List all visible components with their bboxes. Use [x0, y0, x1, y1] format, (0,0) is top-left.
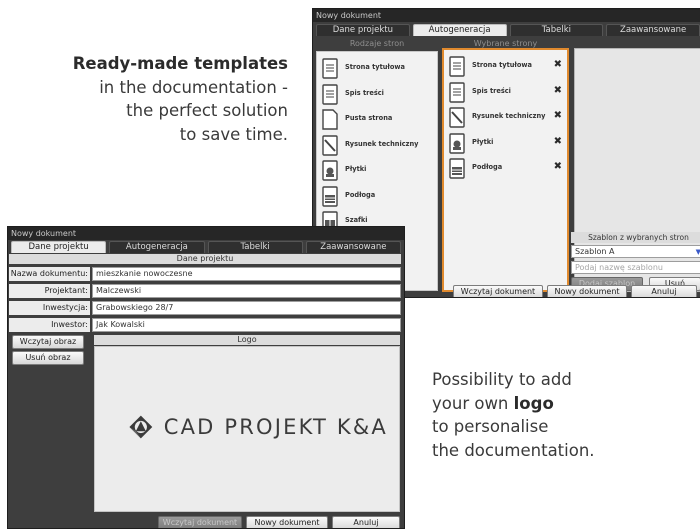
- investment-field[interactable]: Grabowskiego 28/7: [92, 301, 401, 315]
- floor-grid-icon: [322, 185, 338, 207]
- caption-logo-line: Possibility to add: [432, 370, 572, 389]
- doc-lines-icon: [322, 83, 338, 105]
- drawing-icon: [449, 107, 465, 128]
- remove-icon[interactable]: ✖: [554, 85, 562, 96]
- page-list-item-label: Strona tytułowa: [345, 63, 405, 71]
- tile-icon: [449, 132, 465, 154]
- drawing-icon: [322, 134, 338, 156]
- new-document-window-project-data: Nowy dokument Dane projektu Autogeneracj…: [7, 226, 405, 529]
- load-document-button[interactable]: Wczytaj dokument: [453, 285, 543, 297]
- load-document-button[interactable]: Wczytaj dokument: [158, 516, 242, 528]
- investor-field[interactable]: Jak Kowalski: [92, 318, 401, 332]
- page-list-item-label: Płytki: [345, 165, 367, 173]
- remove-icon[interactable]: ✖: [554, 59, 562, 70]
- document-name-label: Nazwa dokumentu:: [9, 267, 90, 281]
- page-list-item[interactable]: Strona tytułowa: [317, 56, 437, 81]
- company-logo: CAD PROJEKT K&A: [128, 407, 388, 447]
- designer-label: Projektant:: [9, 284, 90, 298]
- tab-bar: Dane projektu Autogeneracja Tabelki Zaaw…: [8, 241, 404, 253]
- remove-icon[interactable]: ✖: [554, 161, 562, 172]
- project-data-section-title: Dane projektu: [9, 254, 401, 264]
- available-pages-header: Rodzaje stron: [349, 39, 405, 48]
- new-document-button[interactable]: Nowy dokument: [547, 285, 627, 297]
- page-list-item[interactable]: Spis treści ✖: [444, 80, 567, 105]
- designer-field[interactable]: Malczewski: [92, 284, 401, 298]
- remove-icon[interactable]: ✖: [554, 136, 562, 147]
- tab-advanced[interactable]: Zaawansowane: [305, 241, 401, 253]
- caption-logo-line: your own logo: [432, 392, 692, 416]
- template-select-value: Szablon A: [575, 247, 615, 256]
- blank-page-icon: [322, 109, 338, 130]
- doc-lines-icon: [449, 81, 465, 103]
- cancel-button[interactable]: Anuluj: [631, 285, 697, 297]
- chevron-down-icon: ▼: [696, 246, 700, 257]
- template-section-title: Szablon z wybranych stron: [571, 232, 700, 243]
- tile-icon: [322, 160, 338, 181]
- page-list-item-label: Podłoga: [472, 163, 503, 171]
- tab-advanced[interactable]: Zaawansowane: [606, 24, 700, 36]
- caption-templates: Ready-made templates in the documentatio…: [20, 52, 288, 146]
- page-list-item[interactable]: Podłoga: [317, 184, 437, 209]
- page-list-item[interactable]: Płytki ✖: [444, 131, 567, 156]
- template-name-input[interactable]: Podaj nazwę szablonu: [571, 261, 700, 274]
- page-list-item[interactable]: Podłoga ✖: [444, 156, 567, 181]
- page-list-item[interactable]: Spis treści: [317, 82, 437, 107]
- page-list-item-label: Płytki: [472, 137, 494, 146]
- logo-text: CAD PROJEKT K&A: [163, 415, 388, 439]
- page-list-item-label: Spis treści: [472, 86, 511, 95]
- caption-logo-bold: logo: [513, 393, 554, 413]
- caption-templates-heading: Ready-made templates: [72, 54, 288, 73]
- tab-bar: Dane projektu Autogeneracja Tabelki Zaaw…: [313, 24, 700, 36]
- doc-lines-icon: [322, 58, 338, 79]
- remove-icon[interactable]: ✖: [554, 110, 562, 121]
- caption-templates-line: in the documentation -: [99, 77, 288, 97]
- tab-tables[interactable]: Tabelki: [207, 241, 303, 253]
- doc-lines-icon: [449, 56, 465, 77]
- page-list-item[interactable]: Strona tytułowa ✖: [444, 54, 567, 79]
- investor-label: Inwestor:: [9, 318, 90, 332]
- document-name-field[interactable]: mieszkanie nowoczesne: [92, 267, 401, 281]
- cancel-button[interactable]: Anuluj: [332, 516, 400, 528]
- caption-templates-line: to save time.: [179, 124, 288, 144]
- tab-autogeneration[interactable]: Autogeneracja: [412, 24, 507, 36]
- floor-grid-icon: [449, 158, 465, 179]
- window-titlebar: Nowy dokument: [313, 9, 700, 22]
- selected-pages-list: Strona tytułowa ✖ Spis treści ✖ Rysunek tech…: [442, 48, 569, 292]
- page-list-item-label: Strona tytułowa: [472, 61, 532, 69]
- page-list-item-label: Rysunek techniczny: [345, 139, 419, 148]
- caption-logo-text: your own: [432, 393, 514, 413]
- page-list-item[interactable]: Rysunek techniczny: [317, 133, 437, 158]
- load-image-button[interactable]: Wczytaj obraz: [12, 335, 84, 349]
- cad-projekt-emblem-icon: [129, 415, 153, 439]
- logo-section-title: Logo: [94, 335, 400, 345]
- page-list-item[interactable]: Płytki: [317, 158, 437, 183]
- tab-project-data[interactable]: Dane projektu: [11, 241, 107, 253]
- investment-label: Inwestycja:: [9, 301, 90, 315]
- template-select[interactable]: Szablon A ▼: [571, 245, 700, 258]
- page-list-item-label: Spis treści: [345, 88, 384, 97]
- new-document-button[interactable]: Nowy dokument: [246, 516, 328, 528]
- caption-templates-line: the perfect solution: [126, 101, 288, 120]
- page-list-item[interactable]: Pusta strona: [317, 107, 437, 132]
- logo-preview: CAD PROJEKT K&A: [94, 346, 400, 512]
- page-list-item-label: Szafki: [345, 216, 368, 224]
- remove-image-button[interactable]: Usuń obraz: [12, 351, 84, 365]
- page-list-item-label: Podłoga: [345, 190, 376, 199]
- page-list-item[interactable]: Rysunek techniczny ✖: [444, 105, 567, 130]
- caption-logo-line: to personalise: [432, 417, 549, 436]
- tab-project-data[interactable]: Dane projektu: [316, 24, 410, 36]
- tab-tables[interactable]: Tabelki: [509, 24, 604, 36]
- window-titlebar: Nowy dokument: [8, 227, 404, 240]
- caption-logo: Possibility to add your own logo to pers…: [432, 368, 692, 462]
- caption-logo-line: the documentation.: [432, 440, 595, 460]
- page-list-item-label: Rysunek techniczny: [472, 112, 546, 120]
- tab-autogeneration[interactable]: Autogeneracja: [109, 241, 205, 253]
- page-list-item-label: Pusta strona: [345, 114, 393, 122]
